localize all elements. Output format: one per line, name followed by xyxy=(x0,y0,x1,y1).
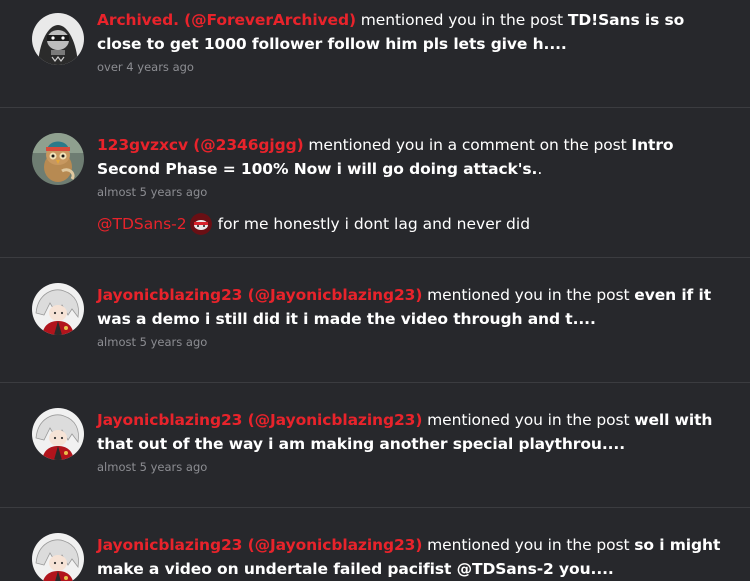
username-link[interactable]: Jayonicblazing23 (@Jayonicblazing23) xyxy=(97,286,422,304)
username-link[interactable]: Archived. (@ForeverArchived) xyxy=(97,11,356,29)
avatar[interactable] xyxy=(32,13,84,65)
username-link[interactable]: Jayonicblazing23 (@Jayonicblazing23) xyxy=(97,536,422,554)
avatar[interactable] xyxy=(32,283,84,335)
divider xyxy=(0,382,750,383)
timestamp: almost 5 years ago xyxy=(97,185,208,199)
post-suffix: . xyxy=(537,160,543,178)
comment-preview: @TDSans-2 for me honestly i dont lag and… xyxy=(97,212,729,236)
mention-avatar-icon xyxy=(189,212,212,235)
divider xyxy=(0,257,750,258)
timestamp: almost 5 years ago xyxy=(97,335,208,349)
avatar[interactable] xyxy=(32,133,84,185)
action-text: mentioned you in the post xyxy=(422,536,635,554)
anime-character-avatar-icon xyxy=(32,533,84,581)
comment-text: for me honestly i dont lag and never did xyxy=(217,215,531,233)
hooded-character-avatar-icon xyxy=(32,13,84,65)
timestamp: almost 5 years ago xyxy=(97,460,208,474)
username-link[interactable]: 123gvzxcv (@2346gjgg) xyxy=(97,136,304,154)
action-text: mentioned you in the post xyxy=(422,286,635,304)
action-text: mentioned you in the post xyxy=(355,11,568,29)
divider xyxy=(0,107,750,108)
mention-link[interactable]: @TDSans-2 xyxy=(97,215,187,233)
divider xyxy=(0,507,750,508)
notification-feed: Archived. (@ForeverArchived) mentioned y… xyxy=(0,0,750,581)
notification-headline: Archived. (@ForeverArchived) mentioned y… xyxy=(97,8,729,56)
action-text: mentioned you in the post xyxy=(422,411,635,429)
avatar[interactable] xyxy=(32,408,84,460)
action-text: mentioned you in a comment on the post xyxy=(303,136,632,154)
notification-headline: Jayonicblazing23 (@Jayonicblazing23) men… xyxy=(97,408,729,456)
avatar[interactable] xyxy=(32,533,84,581)
notification-headline: Jayonicblazing23 (@Jayonicblazing23) men… xyxy=(97,283,729,331)
notification-headline: 123gvzxcv (@2346gjgg) mentioned you in a… xyxy=(97,133,729,181)
anime-character-avatar-icon xyxy=(32,408,84,460)
username-link[interactable]: Jayonicblazing23 (@Jayonicblazing23) xyxy=(97,411,422,429)
timestamp: over 4 years ago xyxy=(97,60,194,74)
anime-character-avatar-icon xyxy=(32,283,84,335)
notification-headline: Jayonicblazing23 (@Jayonicblazing23) men… xyxy=(97,533,729,581)
owl-avatar-icon xyxy=(32,133,84,185)
